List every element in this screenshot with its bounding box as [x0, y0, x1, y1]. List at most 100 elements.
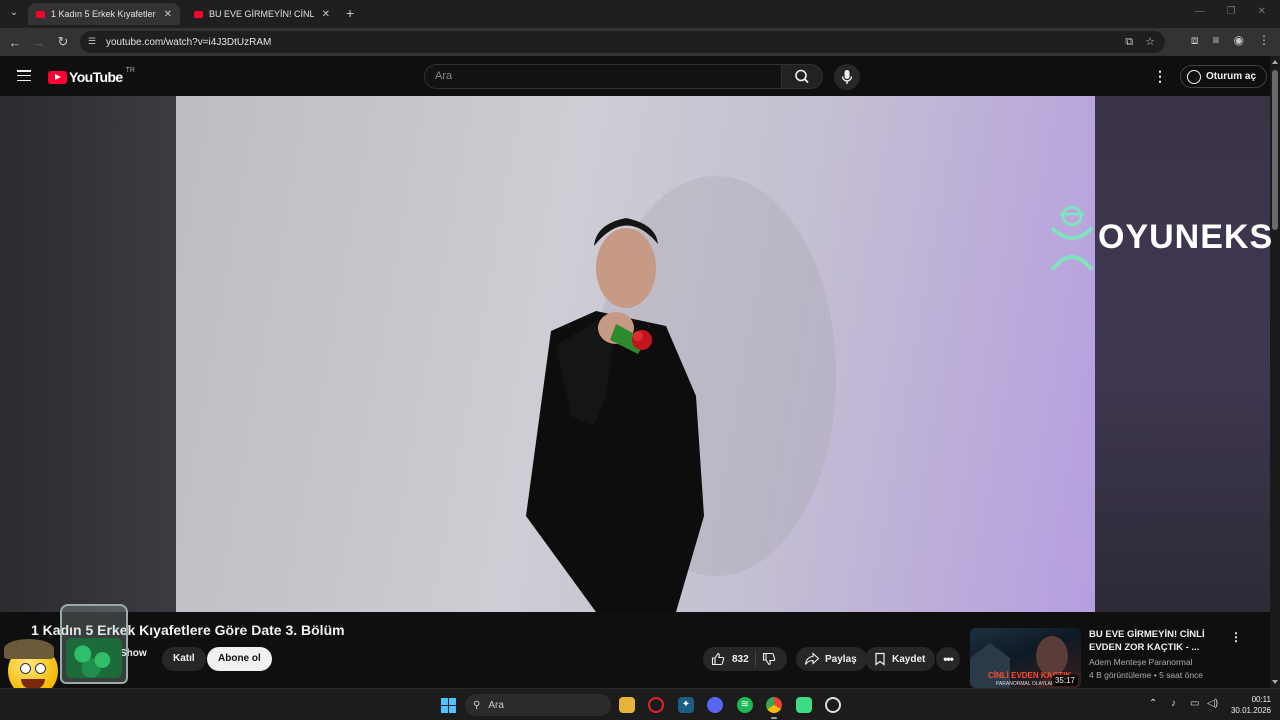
profile-icon[interactable]: ◉ — [1234, 33, 1244, 48]
recommendation-menu-icon[interactable]: ⋮ — [1230, 630, 1242, 644]
minimize-icon[interactable]: — — [1195, 6, 1205, 17]
like-count: 832 — [732, 653, 749, 665]
coin-jar-sticker — [60, 604, 128, 684]
browser-tab-strip: ⌄ 1 Kadın 5 Erkek Kıyafetlere Göre Date … — [0, 0, 1280, 28]
signin-button[interactable]: Oturum aç — [1180, 65, 1268, 88]
join-button[interactable]: Katıl — [162, 647, 206, 671]
youtube-favicon-icon — [194, 10, 203, 18]
page-scrollbar[interactable] — [1270, 56, 1280, 688]
save-label: Kaydet — [892, 653, 926, 665]
video-player[interactable]: OYUNEKS — [0, 96, 1273, 612]
new-tab-icon[interactable]: + — [346, 5, 354, 21]
address-bar[interactable]: ☰ youtube.com/watch?v=i4J3DtUzRAM ⧉ ☆ — [80, 31, 1165, 53]
share-icon — [804, 652, 820, 665]
like-button[interactable]: 832 — [711, 652, 749, 666]
thumbnail-subcaption: PARANORMAL OLAYLAR — [996, 681, 1055, 687]
close-window-icon[interactable]: ✕ — [1258, 6, 1266, 17]
android-app-icon[interactable] — [796, 697, 812, 713]
tab-title: BU EVE GİRMEYİN! CİNLİ EVDEN ZOR KAÇTIK — [209, 9, 314, 19]
recommendation-channel[interactable]: Adem Menteşe Paranormal — [1089, 657, 1192, 667]
video-scene — [526, 176, 836, 612]
youtube-wordmark: YouTube — [69, 69, 123, 85]
save-button[interactable]: Kaydet — [865, 647, 936, 671]
search-button[interactable] — [781, 64, 823, 89]
youtube-logo[interactable]: YouTube TR — [48, 66, 135, 85]
share-label: Paylaş — [825, 653, 857, 665]
youtube-favicon-icon — [36, 10, 45, 18]
taskbar-clock[interactable]: 00:11 30.01.2026 — [1229, 694, 1271, 716]
like-dislike-group: 832 — [703, 647, 787, 671]
like-divider — [754, 651, 756, 667]
thumbs-down-icon — [762, 652, 775, 666]
windows-start-icon[interactable] — [441, 698, 456, 713]
microphone-icon — [841, 70, 853, 84]
guide-menu-icon[interactable] — [17, 70, 31, 81]
clock-time: 00:11 — [1251, 695, 1271, 704]
close-tab-icon[interactable]: ✕ — [164, 9, 172, 20]
tab-recommendation[interactable]: BU EVE GİRMEYİN! CİNLİ EVDEN ZOR KAÇTIK … — [186, 3, 338, 25]
chrome-icon[interactable] — [766, 697, 782, 719]
settings-menu-icon[interactable]: ⋮ — [1153, 68, 1167, 85]
eye-left — [20, 663, 31, 674]
media-controls-icon[interactable]: ≡ — [1213, 33, 1220, 48]
bookmark-icon — [875, 652, 885, 666]
tab-video[interactable]: 1 Kadın 5 Erkek Kıyafetlere Göre Date 3.… — [28, 3, 180, 25]
tray-overflow-icon[interactable]: ⌃ — [1149, 698, 1157, 709]
scroll-down-icon[interactable] — [1272, 680, 1278, 684]
signin-label: Oturum aç — [1206, 71, 1257, 82]
recommendation-meta: 4 B görüntüleme • 5 saat önce — [1089, 670, 1204, 680]
eye-right — [35, 663, 46, 674]
scroll-up-icon[interactable] — [1272, 60, 1278, 64]
video-duration: 35:17 — [1051, 675, 1078, 686]
search-icon: ⚲ — [473, 699, 481, 711]
restore-icon[interactable]: ❐ — [1227, 6, 1236, 17]
browser-toolbar: ← → ↻ ☰ youtube.com/watch?v=i4J3DtUzRAM … — [0, 28, 1280, 56]
voice-search-button[interactable] — [834, 64, 860, 90]
clock-date: 30.01.2026 — [1230, 706, 1271, 715]
recommendation-title[interactable]: BU EVE GİRMEYİN! CİNLİ EVDEN ZOR KAÇTIK … — [1089, 628, 1214, 654]
window-controls: — ❐ ✕ — [1195, 6, 1266, 17]
tray-volume-icon[interactable]: ◁) — [1207, 698, 1218, 709]
steam-icon[interactable] — [825, 697, 841, 713]
reload-icon[interactable]: ↻ — [51, 34, 75, 50]
taskbar-search[interactable]: ⚲ Ara — [465, 694, 611, 716]
country-code: TR — [125, 66, 135, 74]
youtube-play-icon — [48, 70, 67, 84]
subscribe-button[interactable]: Abone ol — [207, 647, 272, 671]
back-icon[interactable]: ← — [3, 35, 27, 50]
youtube-header: YouTube TR Ara ⋮ Oturum aç — [0, 56, 1270, 96]
channel-watermark: OYUNEKS — [1048, 204, 1273, 270]
site-info-icon[interactable]: ☰ — [88, 36, 100, 48]
url-text: youtube.com/watch?v=i4J3DtUzRAM — [106, 36, 272, 48]
browser-menu-icon[interactable]: ⋮ — [1258, 33, 1270, 48]
coins-image — [66, 638, 122, 678]
discord-icon[interactable] — [707, 697, 723, 713]
bookmark-star-icon[interactable]: ☆ — [1145, 31, 1155, 53]
hat-image — [4, 639, 54, 659]
dislike-button[interactable] — [762, 652, 776, 666]
tab-title: 1 Kadın 5 Erkek Kıyafetlere Göre Date 3.… — [51, 9, 156, 19]
taskbar-search-label: Ara — [488, 699, 504, 711]
install-app-icon[interactable]: ⧉ — [1125, 31, 1133, 53]
close-tab-icon[interactable]: ✕ — [322, 9, 330, 20]
tray-microphone-icon[interactable]: ♪ — [1171, 698, 1176, 709]
video-side-panel — [1095, 96, 1270, 612]
search-icon — [795, 69, 809, 84]
thumbs-up-icon — [711, 652, 725, 666]
tab-search-chevron-icon[interactable]: ⌄ — [6, 5, 22, 21]
opera-icon[interactable] — [648, 697, 664, 713]
recommendation-thumbnail[interactable]: CİNLİ EVDEN KAÇTIK PARANORMAL OLAYLAR 35… — [970, 628, 1081, 688]
forward-icon[interactable]: → — [27, 35, 51, 50]
spotify-icon[interactable]: ≋ — [737, 697, 753, 713]
video-frame[interactable] — [176, 96, 1095, 612]
file-explorer-icon[interactable] — [619, 697, 635, 713]
watermark-text: OYUNEKS — [1098, 217, 1274, 256]
watermark-mascot-icon — [1050, 205, 1094, 270]
network-app-icon[interactable]: ✦ — [678, 697, 694, 713]
account-circle-icon — [1187, 69, 1201, 84]
extensions-icon[interactable]: ⧈ — [1191, 33, 1199, 48]
share-button[interactable]: Paylaş — [796, 647, 867, 671]
search-input[interactable]: Ara — [424, 64, 782, 89]
more-actions-button[interactable]: ••• — [936, 647, 960, 671]
tray-network-icon[interactable]: ▭ — [1190, 698, 1199, 709]
